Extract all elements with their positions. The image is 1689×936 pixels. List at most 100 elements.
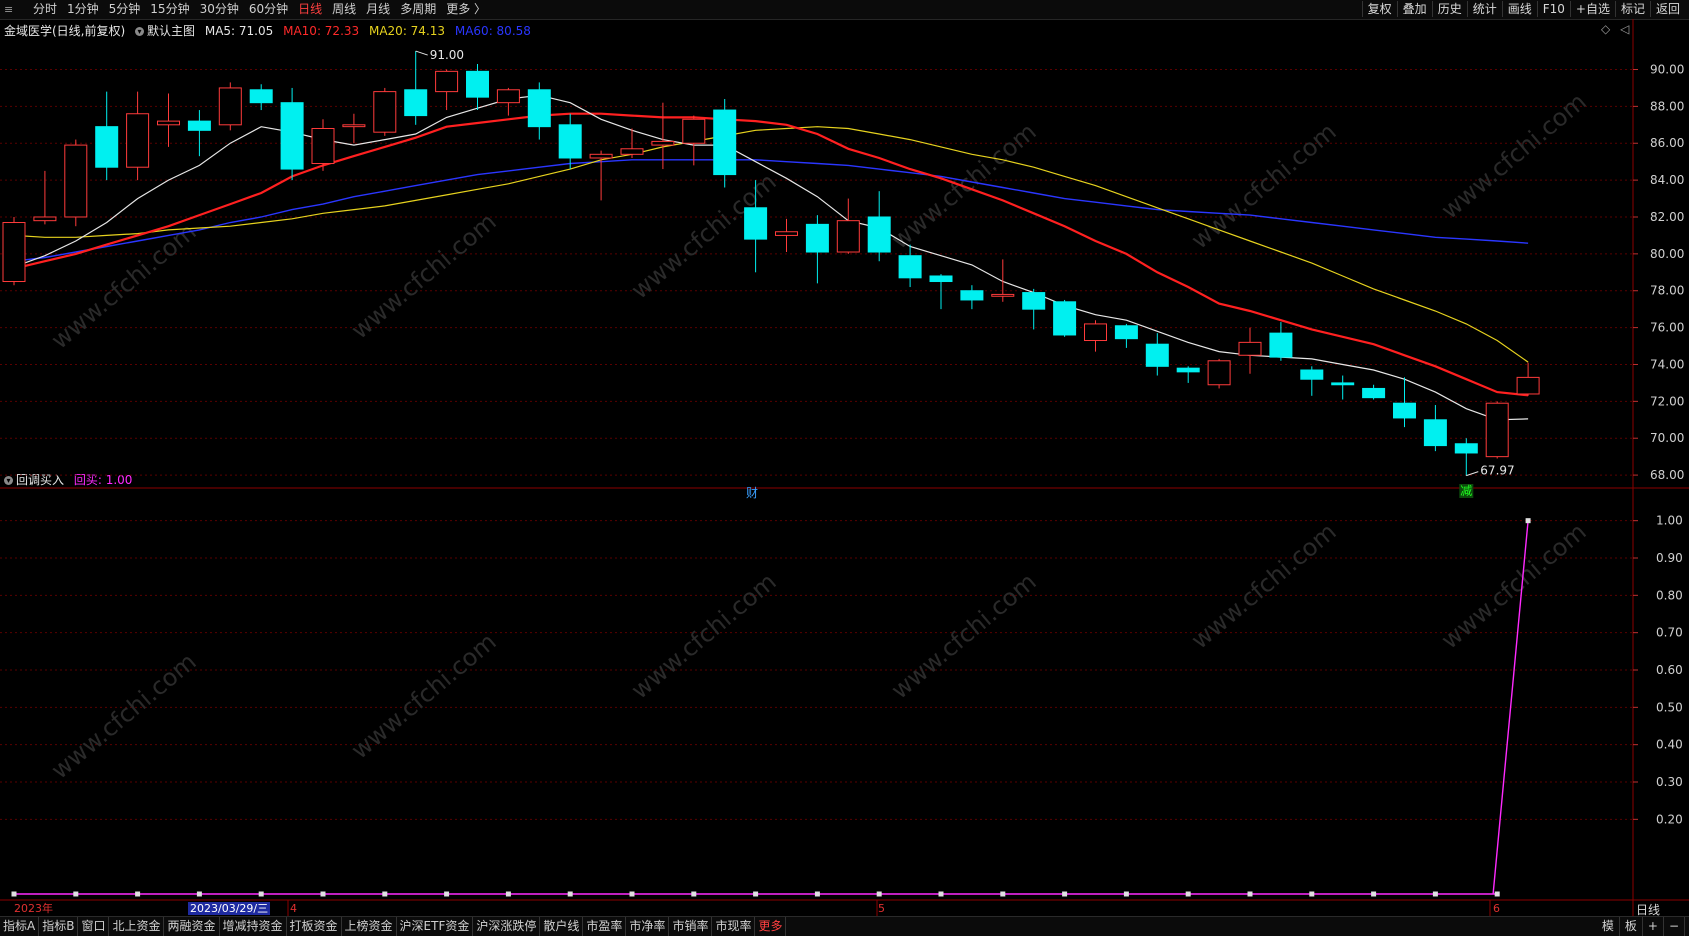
indicator-tab[interactable]: 沪深ETF资金 xyxy=(397,917,474,936)
candle xyxy=(1269,322,1293,361)
watermark-text: www.cfchi.com xyxy=(46,217,202,354)
candle-body xyxy=(1362,387,1386,399)
price-tick-label: 80.00 xyxy=(1650,247,1684,261)
candle-body xyxy=(805,223,829,253)
watermark: www.cfchi.com www.cfchi.com www.cfchi.com w… xyxy=(46,87,1592,784)
candle-body xyxy=(404,89,428,117)
candle xyxy=(1423,405,1447,452)
indicator-tab[interactable]: 两融资金 xyxy=(164,917,220,936)
candle xyxy=(1084,320,1107,352)
signal-point xyxy=(938,891,944,897)
candle xyxy=(713,98,737,188)
candle xyxy=(1362,384,1386,400)
signal-point xyxy=(1494,891,1500,897)
candle xyxy=(1454,438,1478,476)
signal-point xyxy=(753,891,759,897)
ma60-line xyxy=(13,159,1529,262)
bottom-control[interactable]: 板 xyxy=(1620,917,1643,936)
date-label-may: 5 xyxy=(878,902,885,915)
candle xyxy=(1331,375,1355,400)
candle-body xyxy=(95,126,119,168)
price-tick-label: 90.00 xyxy=(1650,62,1684,76)
candle-body xyxy=(466,70,489,98)
candle xyxy=(311,119,335,171)
candle xyxy=(435,69,459,111)
candle xyxy=(775,218,798,253)
finance-marker: 财 xyxy=(746,486,758,500)
indicator-tab[interactable]: 北上资金 xyxy=(109,917,165,936)
watermark-text: www.cfchi.com xyxy=(1436,517,1592,654)
candle-body xyxy=(744,207,768,240)
candle-body xyxy=(1269,332,1293,358)
price-tick-label: 72.00 xyxy=(1650,394,1684,408)
indicator-tab[interactable]: 市净率 xyxy=(626,917,670,936)
candle xyxy=(1207,358,1231,389)
candle xyxy=(1176,366,1200,383)
candle xyxy=(218,82,242,131)
candle-body xyxy=(1238,341,1262,356)
candle-body xyxy=(280,102,304,170)
bottom-control[interactable]: − xyxy=(1664,917,1685,936)
indicator-tick-label: 0.50 xyxy=(1656,700,1683,714)
price-tick-label: 74.00 xyxy=(1650,357,1684,371)
candle-body xyxy=(1331,382,1355,386)
candle xyxy=(64,139,88,227)
indicator-tab[interactable]: 指标A xyxy=(0,917,40,936)
indicator-tick-label: 0.70 xyxy=(1656,626,1683,640)
signal-point xyxy=(258,891,264,897)
indicator-tick-label: 0.30 xyxy=(1656,775,1683,789)
indicator-tab[interactable]: 打板资金 xyxy=(287,917,342,936)
candle-body xyxy=(342,124,366,128)
candle-body xyxy=(682,118,706,144)
indicator-tab[interactable]: 更多 xyxy=(755,917,787,936)
indicator-tab[interactable]: 市现率 xyxy=(712,917,756,936)
indicator-tab[interactable]: 市盈率 xyxy=(583,917,627,936)
indicator-tab[interactable]: 散户线 xyxy=(540,917,584,936)
indicator-tab[interactable]: 窗口 xyxy=(78,917,110,936)
indicator-tick-label: 0.60 xyxy=(1656,663,1683,677)
bottom-control[interactable]: + xyxy=(1643,917,1664,936)
price-tick-label: 76.00 xyxy=(1650,321,1684,335)
bottom-right-controls: 模板 + − xyxy=(1597,917,1685,936)
indicator-tab[interactable]: 指标B xyxy=(39,917,79,936)
date-label-cursor: 2023/03/29/三 xyxy=(188,902,271,915)
candle-body xyxy=(1393,402,1416,419)
candle-body xyxy=(589,153,613,159)
price-tick-label: 82.00 xyxy=(1650,210,1684,224)
candle-body xyxy=(218,87,242,126)
bottom-control[interactable]: 模 xyxy=(1597,917,1620,936)
candle xyxy=(496,87,520,116)
signal-point xyxy=(196,891,202,897)
candle-body xyxy=(1516,376,1540,395)
candle xyxy=(95,91,119,181)
candle xyxy=(249,84,273,111)
candle-body xyxy=(527,89,551,128)
candle-body xyxy=(775,231,798,236)
indicator-tick-label: 1.00 xyxy=(1656,514,1683,528)
indicator-tab[interactable]: 增减持资金 xyxy=(220,917,287,936)
price-tick-label: 84.00 xyxy=(1650,173,1684,187)
candle-body xyxy=(929,275,953,283)
signal-point xyxy=(11,891,17,897)
candle-body xyxy=(435,70,459,93)
candle-body xyxy=(1207,360,1231,386)
date-label-year: 2023年 xyxy=(14,902,53,915)
candle-body xyxy=(1053,301,1077,336)
indicator-tab[interactable]: 市销率 xyxy=(669,917,713,936)
signal-point xyxy=(1525,518,1531,524)
watermark-text: www.cfchi.com xyxy=(1436,87,1592,224)
kline-chart[interactable]: www.cfchi.com www.cfchi.com www.cfchi.com w… xyxy=(0,0,1689,935)
candle xyxy=(991,259,1015,302)
grid xyxy=(0,19,1689,916)
candle-body xyxy=(651,140,675,146)
candle xyxy=(126,91,150,181)
signal-point xyxy=(382,891,388,897)
candle xyxy=(1393,377,1416,428)
candle-body xyxy=(249,89,273,104)
indicator-tab[interactable]: 沪深涨跌停 xyxy=(473,917,541,936)
signal-point xyxy=(444,891,450,897)
candle-body xyxy=(1145,343,1169,367)
candle xyxy=(589,150,613,201)
signal-point xyxy=(1432,891,1438,897)
indicator-tab[interactable]: 上榜资金 xyxy=(342,917,397,936)
